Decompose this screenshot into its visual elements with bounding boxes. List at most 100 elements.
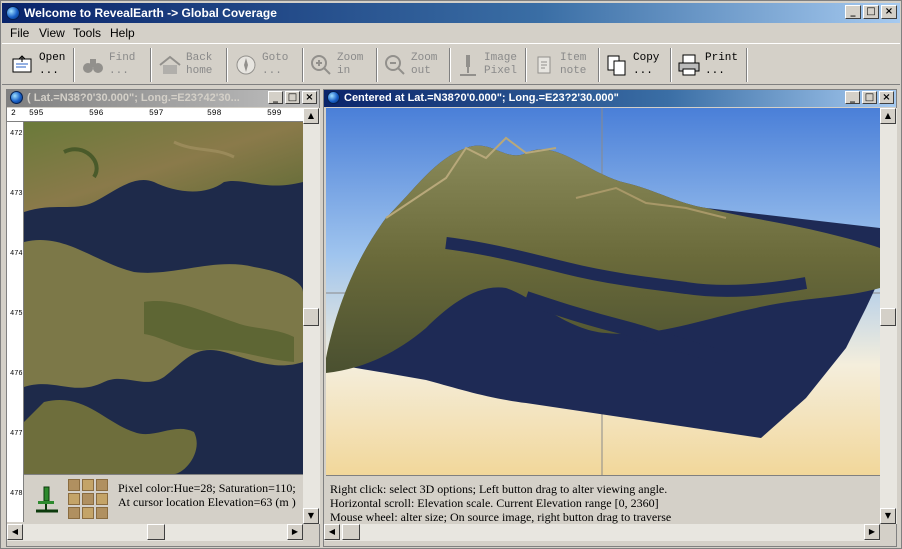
app-title: Welcome to RevealEarth -> Global Coverag… xyxy=(24,6,277,20)
item-note-button[interactable]: Item note xyxy=(531,47,586,83)
ruler-tick-label: 472 xyxy=(10,130,23,138)
pixel-color-swatch xyxy=(68,479,108,519)
compass-icon xyxy=(233,52,259,78)
binoculars-icon xyxy=(80,52,106,78)
print-label: Print ... xyxy=(705,52,739,77)
zoom-out-icon xyxy=(382,52,408,78)
ruler-tick-label: 473 xyxy=(10,190,23,198)
satellite-map-image xyxy=(24,122,303,474)
top-ruler: 2 595 596 597 598 599 xyxy=(7,108,303,122)
ruler-tick-label: 595 xyxy=(29,109,44,118)
scroll-left-button[interactable]: ◀ xyxy=(7,524,23,540)
source-panel-titlebar: ( Lat.=N38?0'30.000"; Long.=E23?42'30...… xyxy=(7,90,319,107)
panel-minimize-button[interactable]: _ xyxy=(845,91,860,104)
zoom-in-icon xyxy=(308,52,334,78)
toolbar-separator xyxy=(449,48,451,82)
panel-globe-icon xyxy=(10,91,23,104)
image-pixel-button[interactable]: Image Pixel xyxy=(455,47,517,83)
3d-help-line-1: Right click: select 3D options; Left but… xyxy=(330,482,668,496)
back-home-label: Back home xyxy=(186,52,213,77)
source-horizontal-scrollbar[interactable]: ◀ ▶ xyxy=(7,524,303,541)
ruler-tick-label: 478 xyxy=(10,490,23,498)
ruler-tick-label: 474 xyxy=(10,250,23,258)
ruler-tick-label: 598 xyxy=(207,109,222,118)
scroll-down-button[interactable]: ▼ xyxy=(880,508,896,524)
source-vertical-scrollbar[interactable]: ▲ ▼ xyxy=(303,108,320,524)
pixel-microscope-icon xyxy=(32,485,60,518)
open-icon xyxy=(10,52,36,78)
scroll-down-button[interactable]: ▼ xyxy=(303,508,319,524)
toolbar-separator xyxy=(670,48,672,82)
scroll-up-button[interactable]: ▲ xyxy=(880,108,896,124)
menu-bar: File View Tools Help xyxy=(2,24,900,42)
elevation-info: At cursor location Elevation=63 (m ) xyxy=(118,495,296,509)
minimize-button[interactable]: _ xyxy=(845,5,861,19)
panel-maximize-button[interactable]: □ xyxy=(862,91,877,104)
menu-view[interactable]: View xyxy=(39,26,65,40)
find-button[interactable]: Find ... xyxy=(80,47,135,83)
scroll-thumb[interactable] xyxy=(880,308,896,326)
zoom-out-label: Zoom out xyxy=(411,52,438,77)
3d-view-panel: Centered at Lat.=N38?0'0.000"; Long.=E23… xyxy=(323,89,897,547)
scroll-thumb[interactable] xyxy=(342,524,360,540)
print-button[interactable]: Print ... xyxy=(676,47,738,83)
toolbar-separator xyxy=(746,48,748,82)
ruler-corner-label: 2 xyxy=(11,109,16,118)
app-globe-icon xyxy=(6,6,20,20)
source-image-panel: ( Lat.=N38?0'30.000"; Long.=E23?42'30...… xyxy=(6,89,320,547)
scroll-left-button[interactable]: ◀ xyxy=(324,524,340,540)
close-button[interactable]: × xyxy=(881,5,897,19)
source-panel-title: ( Lat.=N38?0'30.000"; Long.=E23?42'30... xyxy=(27,92,240,104)
toolbar-separator xyxy=(525,48,527,82)
toolbar-separator xyxy=(150,48,152,82)
maximize-button[interactable]: □ xyxy=(863,5,879,19)
ruler-tick-label: 596 xyxy=(89,109,104,118)
3d-help-line-2: Horizontal scroll: Elevation scale. Curr… xyxy=(330,496,659,510)
scroll-right-button[interactable]: ▶ xyxy=(287,524,303,540)
3d-terrain-view[interactable] xyxy=(326,108,880,475)
ruler-tick-label: 597 xyxy=(149,109,164,118)
3d-terrain-render xyxy=(326,108,880,475)
ruler-tick-label: 475 xyxy=(10,310,23,318)
copy-label: Copy ... xyxy=(633,52,660,77)
3d-vertical-scrollbar[interactable]: ▲ ▼ xyxy=(880,108,897,524)
find-label: Find ... xyxy=(109,52,136,77)
scroll-thumb[interactable] xyxy=(147,524,165,540)
toolbar-separator xyxy=(73,48,75,82)
scroll-thumb[interactable] xyxy=(303,308,319,326)
pixel-color-info: Pixel color:Hue=28; Saturation=110; xyxy=(118,481,296,495)
scroll-up-button[interactable]: ▲ xyxy=(303,108,319,124)
ruler-tick-label: 476 xyxy=(10,370,23,378)
microscope-icon xyxy=(455,52,481,78)
back-home-button[interactable]: Back home xyxy=(157,47,212,83)
left-ruler: 472 473 474 475 476 477 478 xyxy=(7,122,24,522)
elevation-scale-scrollbar[interactable]: ◀ ▶ xyxy=(324,524,880,541)
app-window: Welcome to RevealEarth -> Global Coverag… xyxy=(0,0,902,549)
image-pixel-label: Image Pixel xyxy=(484,52,518,77)
toolbar-separator xyxy=(302,48,304,82)
goto-label: Goto ... xyxy=(262,52,289,77)
ruler-tick-label: 477 xyxy=(10,430,23,438)
3d-help-line-3: Mouse wheel: alter size; On source image… xyxy=(330,510,672,524)
panel-globe-icon xyxy=(327,91,340,104)
open-button[interactable]: Open ... xyxy=(10,47,65,83)
toolbar-separator xyxy=(376,48,378,82)
panel-close-button[interactable]: × xyxy=(879,91,894,104)
zoom-in-button[interactable]: Zoom in xyxy=(308,47,363,83)
goto-button[interactable]: Goto ... xyxy=(233,47,288,83)
zoom-out-button[interactable]: Zoom out xyxy=(382,47,437,83)
toolbar-separator xyxy=(226,48,228,82)
satellite-map-view[interactable] xyxy=(24,122,303,474)
ruler-tick-label: 599 xyxy=(267,109,282,118)
menu-help[interactable]: Help xyxy=(110,26,135,40)
copy-button[interactable]: Copy ... xyxy=(604,47,659,83)
menu-tools[interactable]: Tools xyxy=(73,26,101,40)
scroll-right-button[interactable]: ▶ xyxy=(864,524,880,540)
open-label: Open ... xyxy=(39,52,66,77)
item-note-label: Item note xyxy=(560,52,587,77)
menu-file[interactable]: File xyxy=(10,26,29,40)
panel-minimize-button[interactable]: _ xyxy=(268,91,283,104)
panel-close-button[interactable]: × xyxy=(302,91,317,104)
3d-panel-titlebar: Centered at Lat.=N38?0'0.000"; Long.=E23… xyxy=(324,90,896,107)
panel-maximize-button[interactable]: □ xyxy=(285,91,300,104)
